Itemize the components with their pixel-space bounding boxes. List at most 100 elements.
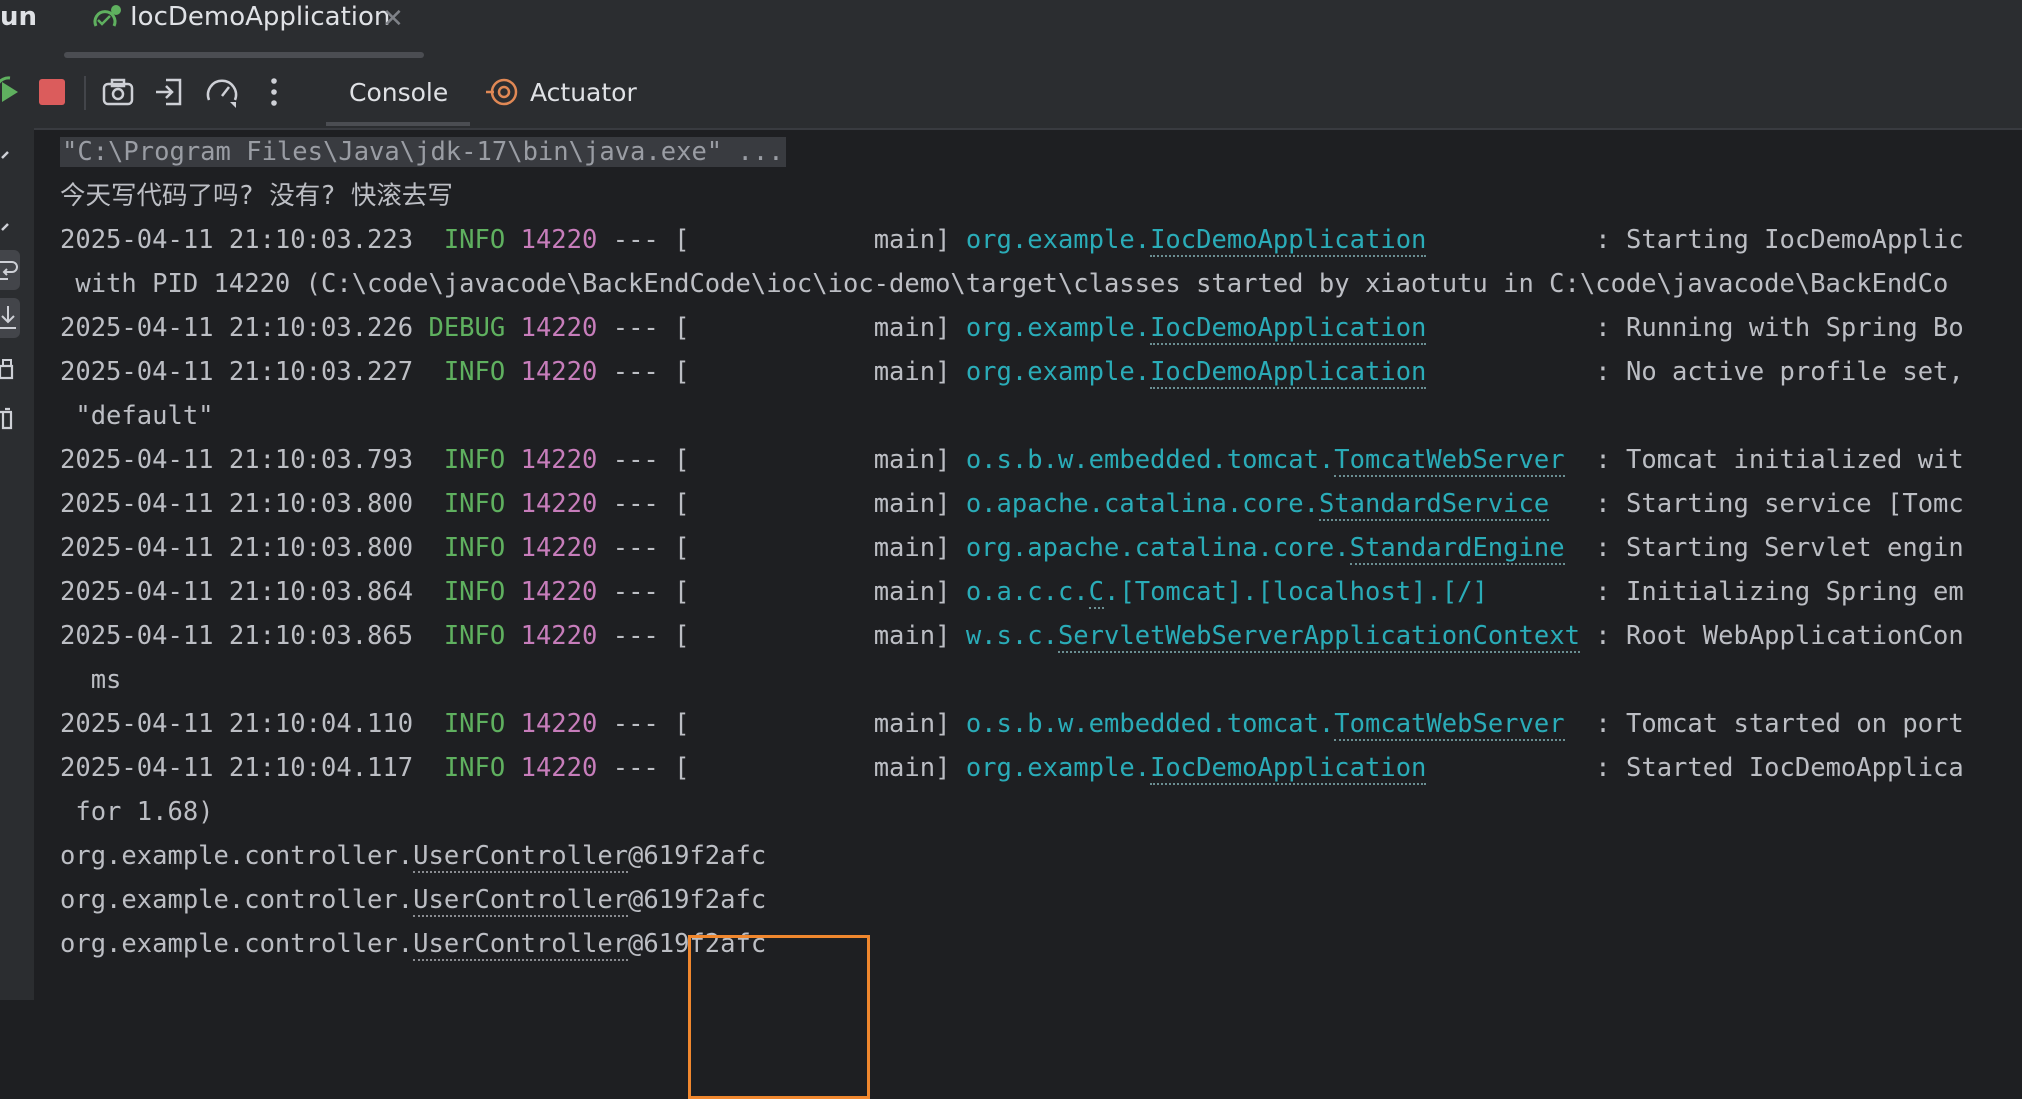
close-tab-icon[interactable]: ✕ [382, 4, 404, 34]
run-title: un [0, 2, 38, 32]
log-continuation-line: "default" [60, 394, 213, 438]
log-padding [1580, 621, 1595, 651]
log-line: 2025-04-11 21:10:04.117 INFO 14220 --- [… [60, 746, 1964, 790]
user-controller-class-link[interactable]: UserController [413, 885, 629, 917]
run-tool-window-header: un IocDemoApplication ✕ [0, 0, 2022, 59]
logger-package: org.example. [965, 357, 1151, 387]
more-options-icon[interactable] [254, 72, 294, 112]
log-thread: --- [ main] [597, 357, 966, 387]
log-pid: 14220 [520, 577, 598, 607]
clear-trash-icon[interactable] [0, 404, 26, 434]
log-timestamp: 2025-04-11 21:10:03.865 [60, 621, 414, 651]
logger-class-link[interactable]: TomcatWebServer [1334, 445, 1565, 477]
run-tab-title: IocDemoApplication [130, 2, 391, 32]
spring-boot-run-icon [93, 5, 121, 27]
log-pid: 14220 [520, 533, 598, 563]
log-timestamp: 2025-04-11 21:10:03.864 [60, 577, 414, 607]
logger-class-link[interactable]: StandardService [1318, 489, 1550, 521]
log-line: 2025-04-11 21:10:03.227 INFO 14220 --- [… [60, 350, 1964, 394]
actuator-icon [486, 78, 518, 106]
log-padding [1488, 577, 1595, 607]
log-thread: --- [ main] [597, 445, 966, 475]
log-line: 2025-04-11 21:10:04.110 INFO 14220 --- [… [60, 702, 1964, 746]
tab-console[interactable]: Console [326, 58, 470, 128]
log-thread: --- [ main] [597, 621, 966, 651]
camera-icon[interactable] [98, 72, 138, 112]
user-controller-output-line: org.example.controller.UserController@61… [60, 922, 766, 966]
log-thread: --- [ main] [597, 533, 966, 563]
log-level: DEBUG [428, 313, 506, 343]
log-timestamp: 2025-04-11 21:10:03.223 [60, 225, 414, 255]
scroll-up-icon[interactable] [0, 142, 26, 172]
stop-icon[interactable] [32, 72, 72, 112]
scroll-down-icon[interactable] [0, 210, 26, 240]
log-continuation-line: for 1.68) [60, 790, 213, 834]
logger-class-link[interactable]: TomcatWebServer [1334, 709, 1565, 741]
log-line: 2025-04-11 21:10:03.800 INFO 14220 --- [… [60, 482, 1964, 526]
soft-wrap-button[interactable] [0, 250, 20, 290]
log-pid: 14220 [520, 709, 598, 739]
log-message: : Tomcat started on port [1595, 709, 1964, 739]
console-banner-line: 今天写代码了吗? 没有? 快滚去写 [60, 174, 453, 218]
tab-actuator-label: Actuator [530, 78, 637, 107]
logger-package: org.apache.catalina.core. [965, 533, 1350, 563]
logger-package: org.example. [965, 753, 1151, 783]
user-controller-class-link[interactable]: UserController [413, 841, 629, 873]
object-hash: @619f2afc [628, 841, 767, 871]
log-pid: 14220 [520, 313, 598, 343]
object-hash: @619f2afc [628, 885, 767, 915]
log-message: : Starting service [Tomc [1595, 489, 1964, 519]
tab-actuator[interactable]: Actuator [484, 58, 644, 128]
log-level: INFO [428, 621, 506, 651]
logger-package: o.s.b.w.embedded.tomcat. [965, 445, 1335, 475]
run-toolbar: Console Actuator [0, 58, 2022, 130]
log-thread: --- [ main] [597, 489, 966, 519]
log-padding [1426, 753, 1595, 783]
logger-class-link[interactable]: IocDemoApplication [1150, 357, 1427, 389]
log-level: INFO [428, 753, 506, 783]
log-timestamp: 2025-04-11 21:10:04.117 [60, 753, 414, 783]
toolbar-separator [84, 76, 86, 110]
user-controller-class-link[interactable]: UserController [413, 929, 629, 961]
output-package: org.example.controller. [60, 929, 414, 959]
banner-text: 今天写代码了吗? 没有? 快滚去写 [60, 181, 453, 211]
logger-package: w.s.c. [965, 621, 1058, 651]
log-timestamp: 2025-04-11 21:10:03.226 [60, 313, 414, 343]
run-tab-ioc-demo[interactable]: IocDemoApplication ✕ [88, 0, 424, 58]
log-message: : Started IocDemoApplica [1595, 753, 1964, 783]
java-command[interactable]: "C:\Program Files\Java\jdk-17\bin\java.e… [60, 137, 786, 167]
logger-package: org.example. [965, 225, 1151, 255]
logger-class-link[interactable]: IocDemoApplication [1150, 313, 1427, 345]
logger-package: o.a.c.c. [965, 577, 1089, 607]
restore-layout-icon[interactable] [150, 72, 190, 112]
logger-package: o.s.b.w.embedded.tomcat. [965, 709, 1335, 739]
user-controller-output-line: org.example.controller.UserController@61… [60, 834, 766, 878]
logger-suffix: .[Tomcat].[localhost].[/] [1104, 577, 1488, 607]
logger-class-link[interactable]: IocDemoApplication [1150, 225, 1427, 257]
log-padding [1426, 357, 1595, 387]
print-icon[interactable] [0, 356, 26, 386]
active-tab-indicator [326, 122, 470, 126]
scroll-to-end-button[interactable] [0, 298, 20, 338]
log-line: 2025-04-11 21:10:03.865 INFO 14220 --- [… [60, 614, 1964, 658]
log-pid: 14220 [520, 489, 598, 519]
profiler-gauge-icon[interactable] [202, 72, 242, 112]
logger-class-link[interactable]: StandardEngine [1349, 533, 1565, 565]
logger-class-link[interactable]: C [1088, 577, 1105, 609]
logger-class-link[interactable]: IocDemoApplication [1150, 753, 1427, 785]
logger-class-link[interactable]: ServletWebServerApplicationContext [1057, 621, 1580, 653]
console-command-line[interactable]: "C:\Program Files\Java\jdk-17\bin\java.e… [60, 130, 786, 174]
console-output[interactable]: "C:\Program Files\Java\jdk-17\bin\java.e… [34, 130, 2022, 1099]
log-continuation-line: ms [60, 658, 122, 702]
log-padding [1565, 533, 1596, 563]
log-level: INFO [428, 489, 506, 519]
user-controller-output-line: org.example.controller.UserController@61… [60, 878, 766, 922]
log-timestamp: 2025-04-11 21:10:03.800 [60, 489, 414, 519]
log-line: 2025-04-11 21:10:03.223 INFO 14220 --- [… [60, 218, 1964, 262]
output-package: org.example.controller. [60, 885, 414, 915]
rerun-icon[interactable] [0, 72, 28, 112]
log-continuation-text: with PID 14220 (C:\code\javacode\BackEnd… [60, 269, 1949, 299]
log-thread: --- [ main] [597, 709, 966, 739]
output-package: org.example.controller. [60, 841, 414, 871]
console-side-toolbar [0, 128, 34, 1000]
